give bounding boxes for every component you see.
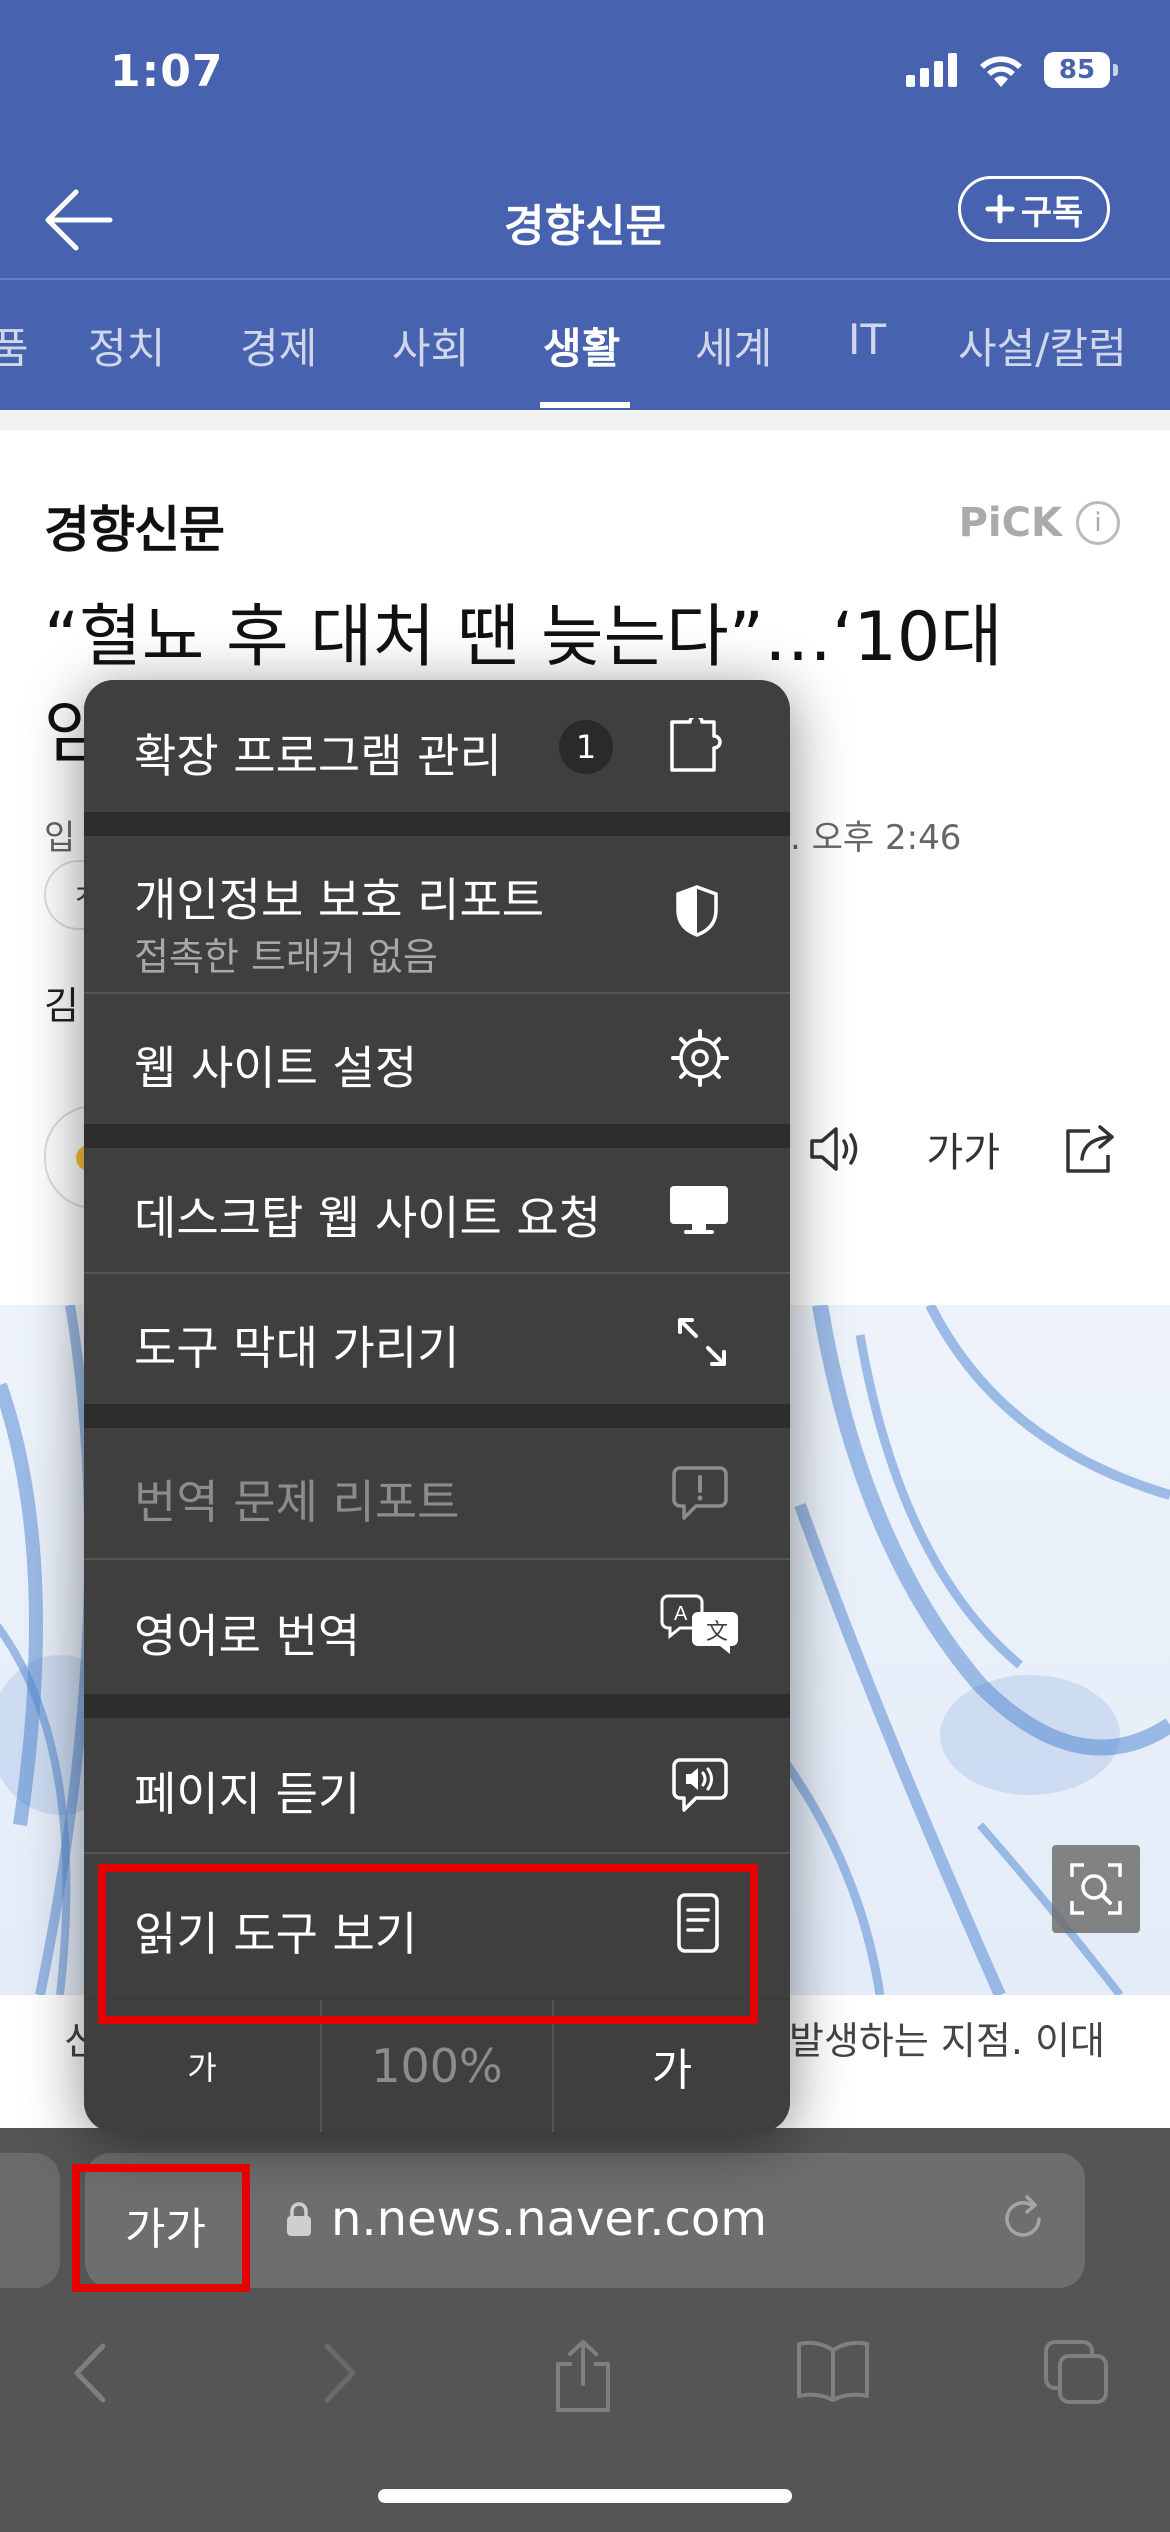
category-tabs: 품 정치 경제 사회 생활 세계 IT 사설/칼럼 [0,285,1170,410]
reader-icon [677,1893,719,1953]
article-tools: 가가 [806,1120,1120,1178]
plus-icon [985,194,1015,224]
zoom-out-button[interactable]: 가 [84,2000,320,2132]
menu-item-label: 데스크탑 웹 사이트 요청 [134,1191,602,1245]
url-text: n.news.naver.com [331,2191,768,2247]
tab-society[interactable]: 사회 [392,315,469,376]
tab-it[interactable]: IT [848,315,886,364]
signal-icon [906,53,957,87]
menu-group-divider [84,1694,790,1718]
svg-text:文: 文 [706,1620,728,1645]
address-bar[interactable]: 가가 n.news.naver.com [85,2153,1085,2288]
share-sheet-icon[interactable] [550,2338,616,2414]
menu-item-manage-extensions[interactable]: 확장 프로그램 관리 1 [84,680,790,812]
menu-group-divider [84,1404,790,1428]
status-time: 1:07 [110,46,224,97]
menu-item-website-settings[interactable]: 웹 사이트 설정 [84,994,790,1124]
page-menu-button[interactable]: 가가 [125,2193,206,2257]
app-header: 1:07 85 경향신문 구독 품 정치 경제 사회 생활 세계 IT 사설/칼… [0,0,1170,410]
menu-item-report-translation: 번역 문제 리포트 [84,1428,790,1558]
press-logo[interactable]: 경향신문 [44,490,225,562]
monitor-icon [670,1186,728,1234]
forward-icon[interactable] [315,2338,365,2408]
zoom-controls: 가 100% 가 [84,2000,790,2132]
menu-item-label: 웹 사이트 설정 [134,1041,418,1095]
report-bubble-icon [672,1466,728,1520]
menu-item-label: 개인정보 보호 리포트 [134,873,545,927]
tab-partial[interactable]: 품 [0,315,29,376]
status-bar: 1:07 85 [0,0,1170,150]
lock-icon [287,2202,311,2236]
menu-item-translate-english[interactable]: 영어로 번역 A 文 [84,1560,790,1694]
bookmarks-icon[interactable] [795,2338,871,2404]
image-zoom-button[interactable] [1052,1845,1140,1933]
zoom-level[interactable]: 100% [322,2000,552,2132]
menu-item-label: 페이지 듣기 [134,1767,361,1821]
reporter-name: 김 [44,984,79,1028]
browser-toolbar: 가가 n.news.naver.com [0,2128,1170,2532]
subscribe-button[interactable]: 구독 [958,176,1110,242]
menu-item-show-reader[interactable]: 읽기 도구 보기 [84,1854,790,1998]
menu-item-label: 읽기 도구 보기 [134,1907,418,1961]
menu-group-divider [84,1124,790,1148]
info-icon[interactable]: i [1076,501,1120,545]
extension-count-badge: 1 [559,720,613,774]
zoom-in-button[interactable]: 가 [554,2000,790,2132]
active-tab-underline [540,402,630,408]
tab-living[interactable]: 생활 [543,315,620,376]
menu-group-divider [84,812,790,836]
browser-nav-icons [0,2318,1170,2428]
speaker-bubble-icon [672,1758,728,1812]
menu-item-privacy-report[interactable]: 개인정보 보호 리포트 접촉한 트래커 없음 [84,836,790,992]
menu-item-request-desktop[interactable]: 데스크탑 웹 사이트 요청 [84,1148,790,1272]
nav-divider [0,278,1170,280]
wifi-icon [980,56,1022,87]
home-indicator [378,2489,792,2503]
tab-economy[interactable]: 경제 [240,315,317,376]
puzzle-icon [670,718,722,772]
menu-item-label: 확장 프로그램 관리 [134,729,502,783]
menu-item-sublabel: 접촉한 트래커 없음 [134,935,438,979]
shield-icon [676,885,718,937]
menu-item-label: 도구 막대 가리기 [134,1321,460,1375]
status-icons: 85 [906,52,1118,88]
menu-item-listen-page[interactable]: 페이지 듣기 [84,1718,790,1852]
subscribe-label: 구독 [1020,192,1084,233]
font-size-button[interactable]: 가가 [926,1120,1000,1178]
magnify-icon [1070,1863,1122,1915]
nav-bar: 경향신문 구독 [0,160,1170,280]
back-icon[interactable] [65,2338,115,2408]
tabs-icon[interactable] [1042,2338,1112,2408]
svg-text:A: A [674,1603,688,1625]
caption-right: 발생하는 지점. 이대 [789,2019,1105,2063]
battery-indicator: 85 [1044,52,1118,88]
expand-arrows-icon [678,1318,726,1366]
article-meta-prefix: 입 [44,818,76,858]
article-headline: “혈뇨 후 대처 땐 늦는다”…‘10대 [44,598,1003,677]
pick-badge[interactable]: PiCK i [959,500,1120,546]
article-timestamp: . 오후 2:46 [790,818,962,858]
pick-label: PiCK [958,500,1062,546]
url-display[interactable]: n.news.naver.com [285,2191,767,2247]
previous-tab-preview[interactable] [0,2153,60,2288]
menu-item-label: 번역 문제 리포트 [134,1475,460,1529]
tab-editorial[interactable]: 사설/칼럼 [958,315,1127,376]
page-settings-menu: 확장 프로그램 관리 1 개인정보 보호 리포트 접촉한 트래커 없음 웹 사이… [84,680,790,2132]
gear-icon [671,1029,729,1087]
menu-item-hide-toolbar[interactable]: 도구 막대 가리기 [84,1274,790,1404]
share-icon[interactable] [1060,1123,1120,1175]
reload-icon[interactable] [997,2193,1049,2245]
tab-world[interactable]: 세계 [695,315,772,376]
translate-icon: A 文 [660,1594,738,1654]
speaker-icon[interactable] [806,1124,866,1174]
tab-politics[interactable]: 정치 [88,315,165,376]
menu-item-label: 영어로 번역 [134,1609,361,1663]
